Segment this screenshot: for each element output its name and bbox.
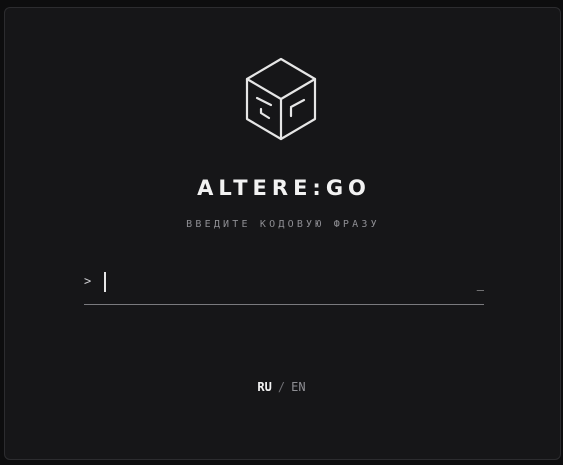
language-switcher: RU / EN <box>0 380 563 394</box>
language-en-button[interactable]: EN <box>291 380 305 394</box>
cursor-marker: _ <box>476 277 484 291</box>
cube-icon <box>243 57 319 143</box>
language-separator: / <box>277 380 286 394</box>
passphrase-input[interactable] <box>104 271 464 295</box>
prompt-symbol: > <box>84 274 92 288</box>
passphrase-prompt-text: ВВЕДИТЕ КОДОВУЮ ФРАЗУ <box>186 219 380 230</box>
language-ru-button[interactable]: RU <box>257 380 271 394</box>
text-cursor <box>104 272 106 292</box>
passphrase-field[interactable]: > _ <box>84 268 484 305</box>
brand-title: ALTERE:GO <box>197 176 371 200</box>
